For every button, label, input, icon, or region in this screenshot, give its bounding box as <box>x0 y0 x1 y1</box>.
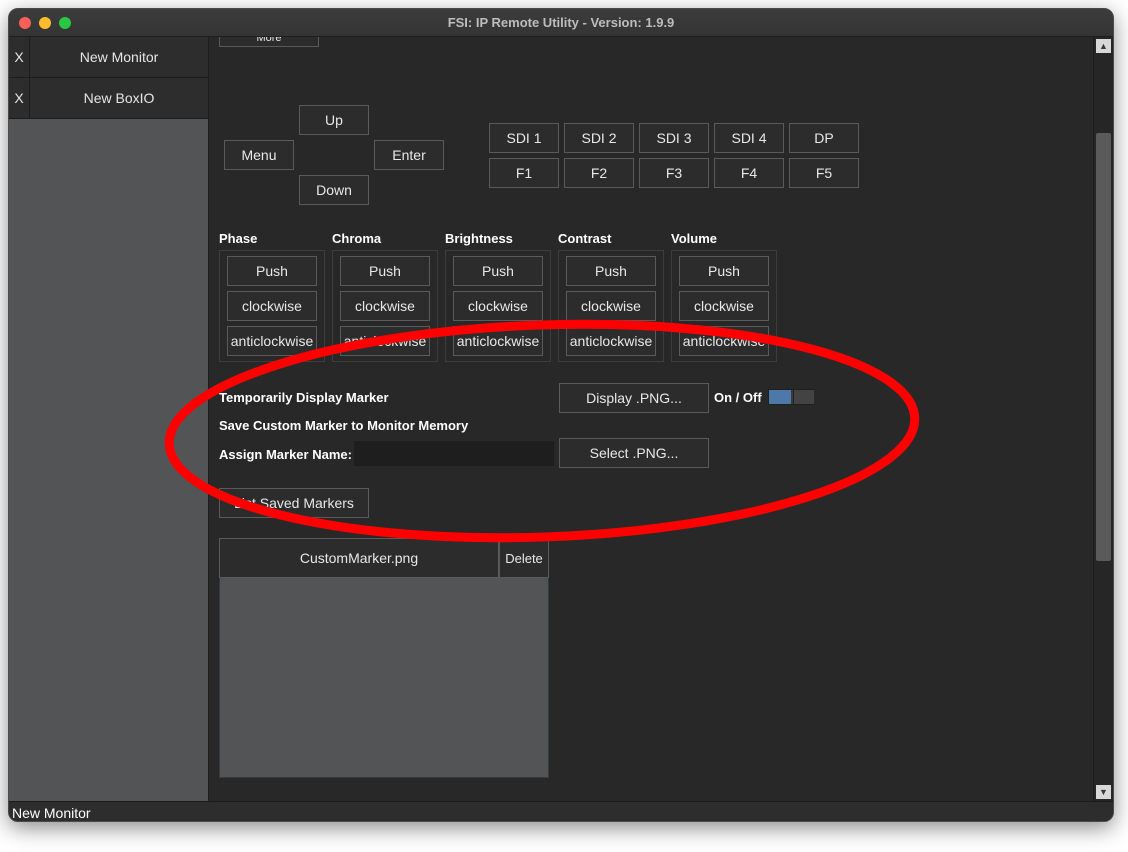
sidebar-item-new-monitor: X New Monitor <box>9 37 208 78</box>
more-button[interactable]: More <box>219 37 319 47</box>
volume-anticlockwise-button[interactable]: anticlockwise <box>679 326 769 356</box>
scroll-up-arrow-icon[interactable]: ▲ <box>1096 39 1111 53</box>
up-button[interactable]: Up <box>299 105 369 135</box>
sdi3-button[interactable]: SDI 3 <box>639 123 709 153</box>
chroma-anticlockwise-button[interactable]: anticlockwise <box>340 326 430 356</box>
save-custom-marker-label: Save Custom Marker to Monitor Memory <box>219 418 469 433</box>
title-bar: FSI: IP Remote Utility - Version: 1.9.9 <box>9 9 1113 37</box>
temporarily-display-marker-label: Temporarily Display Marker <box>219 390 389 405</box>
tab-new-boxio[interactable]: New BoxIO <box>30 78 208 118</box>
tab-new-monitor[interactable]: New Monitor <box>30 37 208 77</box>
chroma-label: Chroma <box>332 231 382 246</box>
f1-button[interactable]: F1 <box>489 158 559 188</box>
brightness-push-button[interactable]: Push <box>453 256 543 286</box>
scroll-down-arrow-icon[interactable]: ▼ <box>1096 785 1111 799</box>
volume-clockwise-button[interactable]: clockwise <box>679 291 769 321</box>
f3-button[interactable]: F3 <box>639 158 709 188</box>
display-png-button[interactable]: Display .PNG... <box>559 383 709 413</box>
chroma-push-button[interactable]: Push <box>340 256 430 286</box>
f2-button[interactable]: F2 <box>564 158 634 188</box>
volume-label: Volume <box>671 231 717 246</box>
enter-button[interactable]: Enter <box>374 140 444 170</box>
marker-name-input[interactable] <box>354 441 554 466</box>
contrast-label: Contrast <box>558 231 612 246</box>
chroma-clockwise-button[interactable]: clockwise <box>340 291 430 321</box>
assign-marker-name-label: Assign Marker Name: <box>219 447 352 462</box>
window-title: FSI: IP Remote Utility - Version: 1.9.9 <box>447 15 675 30</box>
delete-marker-button[interactable]: Delete <box>499 538 549 578</box>
volume-push-button[interactable]: Push <box>679 256 769 286</box>
sidebar: X New Monitor X New BoxIO <box>9 37 209 801</box>
phase-push-button[interactable]: Push <box>227 256 317 286</box>
sidebar-item-new-boxio: X New BoxIO <box>9 78 208 119</box>
contrast-clockwise-button[interactable]: clockwise <box>566 291 656 321</box>
status-bar: New Monitor <box>9 801 1113 821</box>
menu-button[interactable]: Menu <box>224 140 294 170</box>
f5-button[interactable]: F5 <box>789 158 859 188</box>
phase-label: Phase <box>219 231 258 246</box>
phase-clockwise-button[interactable]: clockwise <box>227 291 317 321</box>
contrast-anticlockwise-button[interactable]: anticlockwise <box>566 326 656 356</box>
sdi2-button[interactable]: SDI 2 <box>564 123 634 153</box>
marker-display-toggle[interactable] <box>768 389 814 405</box>
brightness-label: Brightness <box>445 231 513 246</box>
f4-button[interactable]: F4 <box>714 158 784 188</box>
app-window: FSI: IP Remote Utility - Version: 1.9.9 … <box>8 8 1114 822</box>
brightness-anticlockwise-button[interactable]: anticlockwise <box>453 326 543 356</box>
close-tab-button[interactable]: X <box>9 37 30 77</box>
sdi4-button[interactable]: SDI 4 <box>714 123 784 153</box>
contrast-push-button[interactable]: Push <box>566 256 656 286</box>
list-saved-markers-button[interactable]: List Saved Markers <box>219 488 369 518</box>
close-tab-button[interactable]: X <box>9 78 30 118</box>
scrollbar-thumb[interactable] <box>1096 133 1111 561</box>
sdi1-button[interactable]: SDI 1 <box>489 123 559 153</box>
vertical-scrollbar[interactable]: ▲ ▼ <box>1093 37 1113 801</box>
toggle-knob <box>793 390 814 404</box>
select-png-button[interactable]: Select .PNG... <box>559 438 709 468</box>
dp-button[interactable]: DP <box>789 123 859 153</box>
toggle-on-fill <box>769 390 791 404</box>
phase-anticlockwise-button[interactable]: anticlockwise <box>227 326 317 356</box>
on-off-label: On / Off <box>714 390 762 405</box>
main-panel: More Up Menu Enter Down SDI 1 SDI 2 SDI … <box>209 37 1095 801</box>
saved-marker-file-button[interactable]: CustomMarker.png <box>219 538 499 578</box>
brightness-clockwise-button[interactable]: clockwise <box>453 291 543 321</box>
down-button[interactable]: Down <box>299 175 369 205</box>
